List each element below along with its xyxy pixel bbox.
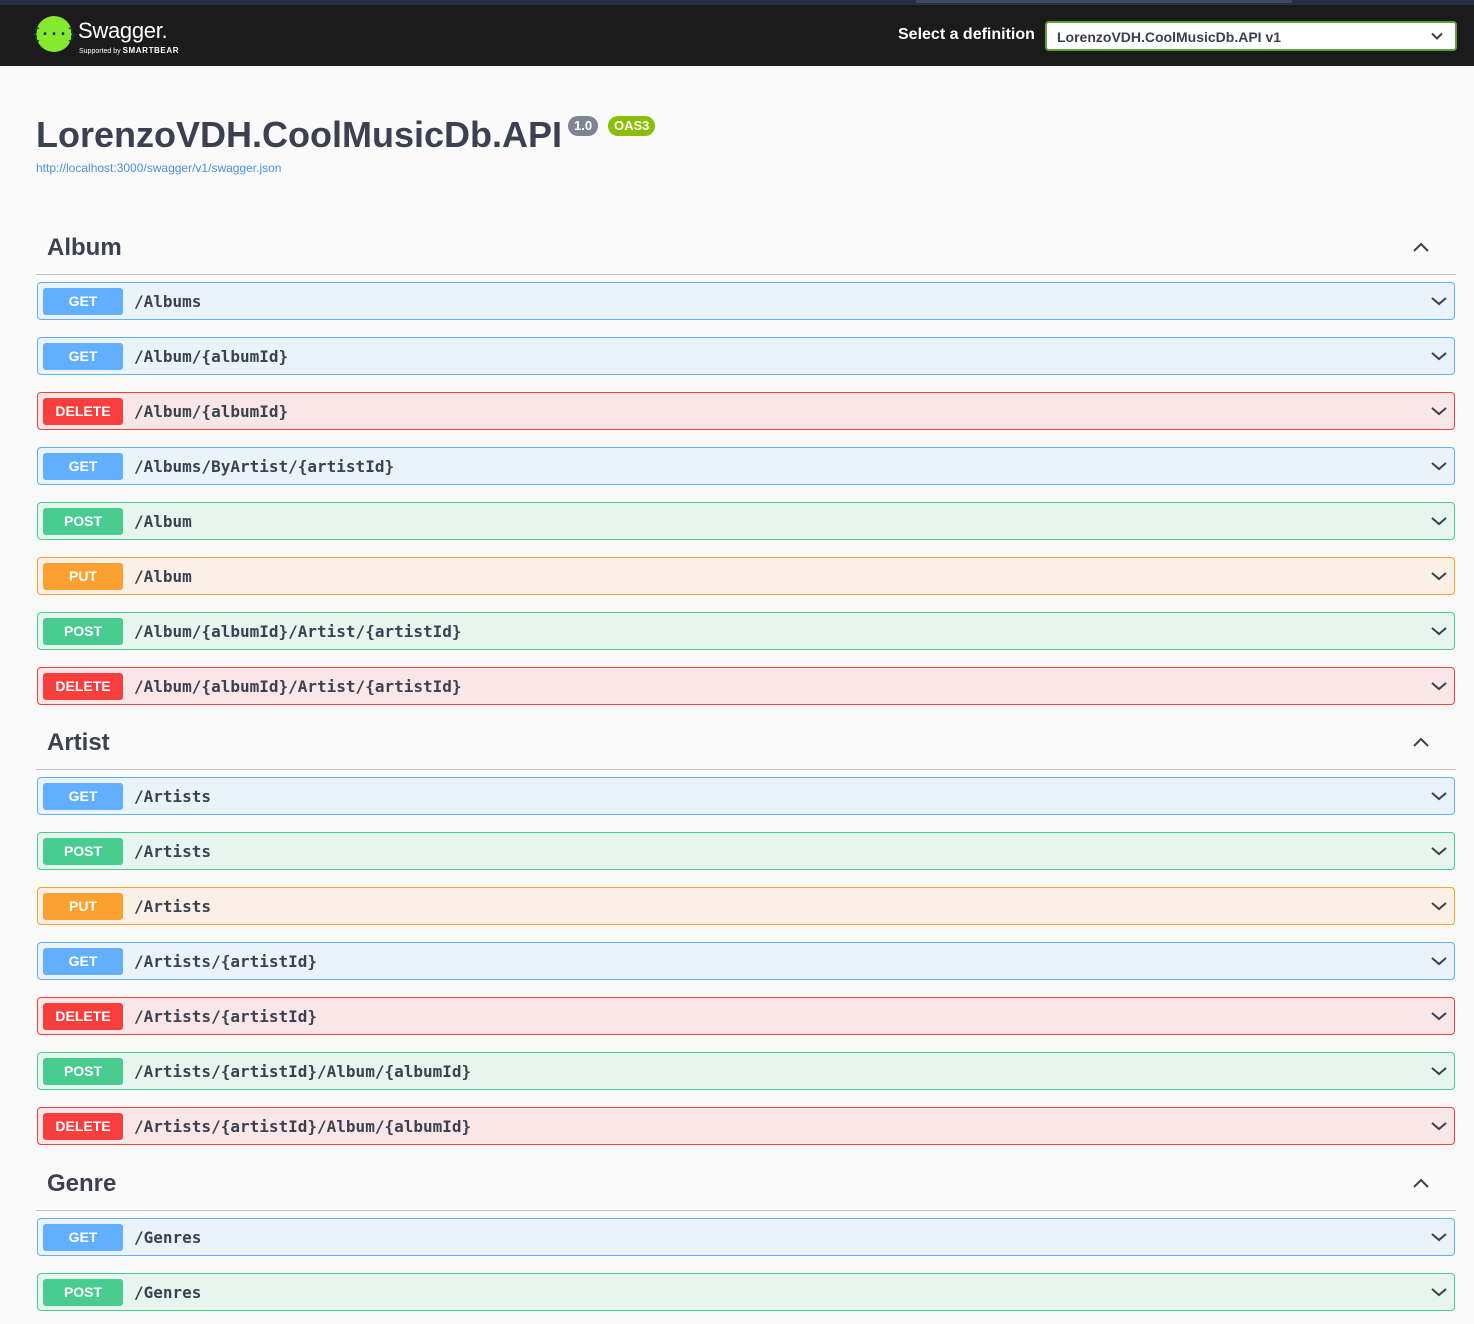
method-badge: GET [43, 288, 123, 315]
operation-path: /Artists [134, 842, 212, 861]
chevron-down-icon[interactable] [1430, 405, 1448, 417]
section-title: Genre [47, 1170, 117, 1197]
operation-delete[interactable]: DELETE/Artists/{artistId} [37, 997, 1455, 1035]
chevron-down-icon[interactable] [1430, 515, 1448, 527]
operation-path: /Genres [134, 1228, 202, 1247]
operation-get[interactable]: GET/Artists/{artistId} [37, 942, 1455, 980]
method-badge: POST [43, 508, 123, 535]
chevron-up-icon[interactable] [1412, 1177, 1430, 1189]
method-badge: PUT [43, 563, 123, 590]
smartbear-brand: SMARTBEAR [122, 46, 180, 55]
chevron-down-icon [1431, 32, 1443, 40]
operation-post[interactable]: POST/Artists [37, 832, 1455, 870]
operation-path: /Artists [134, 787, 212, 806]
chevron-down-icon[interactable] [1430, 1231, 1448, 1243]
chevron-down-icon[interactable] [1430, 955, 1448, 967]
version-badge: 1.0 [568, 116, 599, 136]
chevron-down-icon[interactable] [1430, 350, 1448, 362]
method-badge: DELETE [43, 1113, 123, 1140]
swagger-logo-icon: {···} [31, 16, 77, 52]
method-badge: DELETE [43, 1003, 123, 1030]
oas-badge: OAS3 [608, 116, 656, 136]
method-badge: POST [43, 838, 123, 865]
operation-path: /Album/{albumId}/Artist/{artistId} [134, 622, 462, 641]
operation-post[interactable]: POST/Album/{albumId}/Artist/{artistId} [37, 612, 1455, 650]
section-album[interactable]: Album [36, 226, 1456, 275]
chevron-down-icon[interactable] [1430, 1065, 1448, 1077]
method-badge: GET [43, 948, 123, 975]
supported-by-text: Supported by [79, 48, 121, 55]
operation-put[interactable]: PUT/Artists [37, 887, 1455, 925]
operation-path: /Albums/ByArtist/{artistId} [134, 457, 395, 476]
operation-path: /Artists/{artistId}/Album/{albumId} [134, 1117, 472, 1136]
operation-path: /Album/{albumId} [134, 402, 289, 421]
operation-get[interactable]: GET/Albums [37, 282, 1455, 320]
chevron-down-icon[interactable] [1430, 460, 1448, 472]
smartbear-tagline: Supported by SMARTBEAR [79, 46, 179, 55]
operation-path: /Album/{albumId}/Artist/{artistId} [134, 677, 462, 696]
swagger-logo-text: Swagger. [78, 18, 168, 43]
select-definition-label: Select a definition [898, 26, 1035, 43]
definition-select[interactable]: LorenzoVDH.CoolMusicDb.API v1 [1045, 21, 1457, 51]
operation-post[interactable]: POST/Album [37, 502, 1455, 540]
section-artist[interactable]: Artist [36, 721, 1456, 770]
method-badge: GET [43, 1224, 123, 1251]
method-badge: DELETE [43, 673, 123, 700]
method-badge: POST [43, 618, 123, 645]
topbar-progress [916, 0, 1292, 3]
chevron-down-icon[interactable] [1430, 845, 1448, 857]
method-badge: POST [43, 1279, 123, 1306]
method-badge: DELETE [43, 398, 123, 425]
method-badge: GET [43, 783, 123, 810]
operation-post[interactable]: POST/Artists/{artistId}/Album/{albumId} [37, 1052, 1455, 1090]
operation-delete[interactable]: DELETE/Album/{albumId}/Artist/{artistId} [37, 667, 1455, 705]
chevron-down-icon[interactable] [1430, 625, 1448, 637]
topbar: {···} Swagger. Supported by SMARTBEAR Se… [0, 0, 1474, 66]
operation-delete[interactable]: DELETE/Artists/{artistId}/Album/{albumId… [37, 1107, 1455, 1145]
operation-path: /Artists/{artistId} [134, 952, 318, 971]
chevron-down-icon[interactable] [1430, 790, 1448, 802]
operation-path: /Genres [134, 1283, 202, 1302]
chevron-up-icon[interactable] [1412, 241, 1430, 253]
operation-get[interactable]: GET/Genres [37, 1218, 1455, 1256]
operation-get[interactable]: GET/Artists [37, 777, 1455, 815]
operation-delete[interactable]: DELETE/Album/{albumId} [37, 392, 1455, 430]
chevron-down-icon[interactable] [1430, 900, 1448, 912]
chevron-down-icon[interactable] [1430, 1286, 1448, 1298]
definition-select-value: LorenzoVDH.CoolMusicDb.API v1 [1057, 29, 1282, 45]
operation-path: /Artists/{artistId}/Album/{albumId} [134, 1062, 472, 1081]
operation-path: /Artists [134, 897, 212, 916]
section-title: Album [47, 234, 122, 261]
operation-path: /Album [134, 512, 192, 531]
chevron-down-icon[interactable] [1430, 680, 1448, 692]
operation-get[interactable]: GET/Albums/ByArtist/{artistId} [37, 447, 1455, 485]
method-badge: GET [43, 343, 123, 370]
operation-post[interactable]: POST/Genres [37, 1273, 1455, 1311]
operation-path: /Artists/{artistId} [134, 1007, 318, 1026]
chevron-down-icon[interactable] [1430, 570, 1448, 582]
section-genre[interactable]: Genre [36, 1162, 1456, 1211]
method-badge: PUT [43, 893, 123, 920]
operation-path: /Album/{albumId} [134, 347, 289, 366]
operation-put[interactable]: PUT/Album [37, 557, 1455, 595]
section-title: Artist [47, 729, 110, 756]
operation-get[interactable]: GET/Album/{albumId} [37, 337, 1455, 375]
api-title: LorenzoVDH.CoolMusicDb.API [36, 114, 563, 155]
method-badge: GET [43, 453, 123, 480]
swagger-json-link[interactable]: http://localhost:3000/swagger/v1/swagger… [36, 161, 281, 175]
chevron-up-icon[interactable] [1412, 736, 1430, 748]
chevron-down-icon[interactable] [1430, 295, 1448, 307]
operation-path: /Albums [134, 292, 202, 311]
chevron-down-icon[interactable] [1430, 1120, 1448, 1132]
method-badge: POST [43, 1058, 123, 1085]
operation-path: /Album [134, 567, 192, 586]
chevron-down-icon[interactable] [1430, 1010, 1448, 1022]
